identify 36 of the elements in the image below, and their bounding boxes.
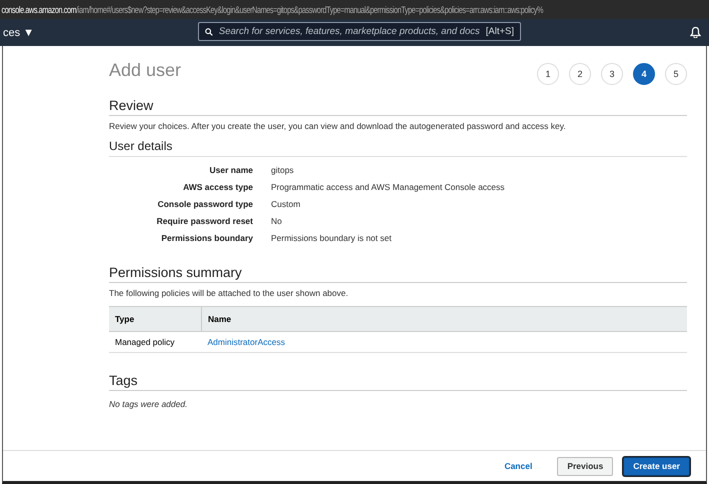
cancel-button[interactable]: Cancel [495,456,542,476]
field-label: Console password type [156,199,253,209]
empty-message: No tags were added. [109,399,188,409]
step-indicator[interactable]: 2 [569,63,591,85]
section-heading: User details [109,139,687,157]
bell-icon[interactable] [690,26,701,38]
table-cell: Managed policy [109,332,202,352]
field-value: gitops [271,165,295,175]
section-heading: Permissions summary [109,265,687,283]
services-menu[interactable]: ces ▼ [3,26,34,38]
column-header: Name [202,306,687,332]
create-user-button[interactable]: Create user [623,456,690,476]
search-icon [205,26,213,36]
field-label: AWS access type [182,182,253,192]
policy-link[interactable]: AdministratorAccess [208,337,285,347]
field-label: Permissions boundary [160,233,253,243]
previous-button[interactable]: Previous [557,456,614,476]
search-placeholder: Search for services, features, marketplace products, and docs [218,26,480,37]
shortcut-hint: [Alt+S] [486,26,514,37]
field-label: Require password reset [156,216,253,226]
step-indicator[interactable]: 4 [633,63,655,85]
description-text: Review your choices. After you create the user, you can view and download the autogenerated password and access key. [109,121,567,131]
search-field[interactable]: Search for services, features, marketplace products, and docs [Alt+S] [198,22,521,41]
section-heading: Review [109,98,687,116]
description-text: The following policies will be attached to the user shown above. [109,288,350,298]
step-indicator[interactable]: 5 [665,63,687,85]
field-value: Custom [271,199,302,209]
field-value: Permissions boundary is not set [271,233,392,243]
step-indicator[interactable]: 3 [601,63,623,85]
section-heading: Tags [109,373,687,391]
page-title: Add user [109,60,182,80]
column-header: Type [109,306,202,332]
field-label: User name [208,165,253,175]
field-value: Programmatic access and AWS Management Console access [271,182,506,192]
field-value: No [271,216,283,226]
step-indicator[interactable]: 1 [537,63,559,85]
